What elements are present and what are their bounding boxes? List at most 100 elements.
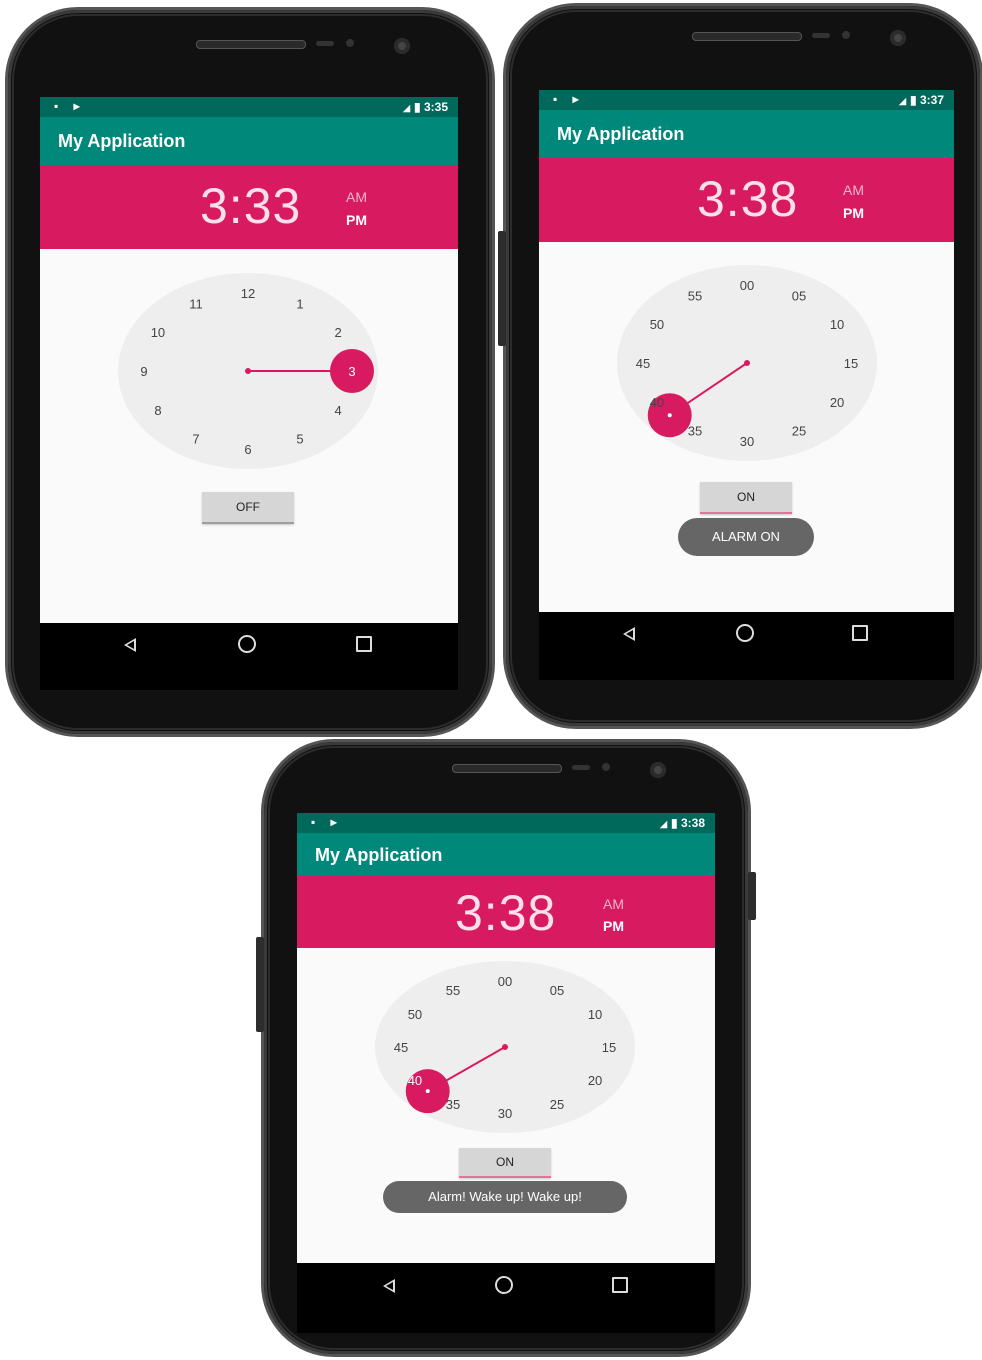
dial-number[interactable]: 1 bbox=[296, 296, 303, 311]
dial-number[interactable]: 20 bbox=[588, 1073, 602, 1088]
toast-message: ALARM ON bbox=[678, 518, 814, 556]
alarm-toggle-button[interactable]: OFF bbox=[202, 492, 294, 524]
home-icon[interactable] bbox=[495, 1276, 513, 1294]
dial-number[interactable]: 10 bbox=[151, 325, 165, 340]
side-button bbox=[748, 872, 756, 920]
clock-time[interactable]: 3:38 bbox=[455, 884, 556, 942]
clock-dial[interactable]: 00 05 10 15 20 25 30 35 40 45 50 55 bbox=[375, 961, 635, 1133]
battery-icon: ▮ bbox=[414, 100, 424, 114]
clock-time[interactable]: 3:38 bbox=[697, 170, 798, 228]
dial-number[interactable]: 7 bbox=[192, 432, 199, 447]
dial-number[interactable]: 8 bbox=[154, 403, 161, 418]
recents-icon[interactable] bbox=[852, 625, 868, 641]
earpiece-speaker bbox=[452, 764, 562, 773]
battery-icon: ▮ bbox=[671, 816, 681, 830]
recents-icon[interactable] bbox=[612, 1277, 628, 1293]
dial-number[interactable]: 9 bbox=[140, 364, 147, 379]
dial-number[interactable]: 50 bbox=[650, 317, 664, 332]
pm-toggle[interactable]: PM bbox=[843, 205, 864, 221]
app-title: My Application bbox=[557, 124, 685, 144]
clock-dial[interactable]: 12 1 2 3 4 5 6 7 8 9 10 11 bbox=[118, 273, 378, 469]
app-bar: My Application bbox=[297, 833, 715, 876]
time-header: 3:38 AM PM bbox=[297, 876, 715, 948]
dial-graphic: 00 05 10 15 20 25 30 35 40 45 50 55 bbox=[636, 278, 858, 449]
nav-bar bbox=[40, 623, 458, 690]
screen: ▪ ▸ ◢ ▮ 3:37 My Application 3:38 AM PM 00… bbox=[539, 90, 954, 680]
app-bar: My Application bbox=[40, 117, 458, 165]
dial-number[interactable]: 25 bbox=[792, 424, 806, 439]
dial-number[interactable]: 10 bbox=[588, 1007, 602, 1022]
home-icon[interactable] bbox=[736, 624, 754, 642]
recents-icon[interactable] bbox=[356, 636, 372, 652]
dial-number[interactable]: 05 bbox=[792, 288, 806, 303]
dial-number[interactable]: 25 bbox=[550, 1097, 564, 1112]
dial-number[interactable]: 11 bbox=[189, 296, 203, 311]
alarm-toggle-button[interactable]: ON bbox=[459, 1148, 551, 1178]
back-icon[interactable] bbox=[383, 1279, 395, 1293]
phone-2: ▪ ▸ ◢ ▮ 3:37 My Application 3:38 AM PM 00… bbox=[498, 6, 980, 726]
dial-center bbox=[502, 1044, 508, 1050]
dial-number[interactable]: 6 bbox=[244, 442, 251, 457]
dial-number[interactable]: 40 bbox=[408, 1073, 422, 1088]
status-time: 3:35 bbox=[423, 100, 448, 114]
screen: ▪ ▸ ◢ ▮ 3:38 My Application 3:38 AM PM 00… bbox=[297, 813, 715, 1333]
dial-number[interactable]: 00 bbox=[740, 278, 754, 293]
dial-number[interactable]: 55 bbox=[446, 983, 460, 998]
signal-icon: ◢ bbox=[403, 103, 411, 113]
dial-number[interactable]: 55 bbox=[688, 288, 702, 303]
dial-number[interactable]: 4 bbox=[334, 403, 341, 418]
alarm-toggle-button[interactable]: ON bbox=[700, 482, 792, 514]
dial-number[interactable]: 50 bbox=[408, 1007, 422, 1022]
dial-number[interactable]: 05 bbox=[550, 983, 564, 998]
pm-toggle[interactable]: PM bbox=[346, 212, 367, 228]
side-button bbox=[256, 937, 264, 1032]
clock-time[interactable]: 3:33 bbox=[200, 177, 301, 235]
am-toggle[interactable]: AM bbox=[346, 189, 367, 205]
sensor bbox=[316, 41, 334, 46]
status-right: ◢ ▮ 3:38 bbox=[660, 816, 705, 830]
dial-number[interactable]: 35 bbox=[446, 1097, 460, 1112]
app-title: My Application bbox=[58, 131, 186, 151]
app-bar: My Application bbox=[539, 110, 954, 158]
sensor-dot bbox=[346, 39, 354, 47]
dial-number[interactable]: 30 bbox=[498, 1106, 512, 1121]
dial-number[interactable]: 5 bbox=[296, 432, 303, 447]
sensor bbox=[812, 33, 830, 38]
status-bar: ▪ ▸ ◢ ▮ 3:38 bbox=[297, 813, 715, 833]
side-button bbox=[498, 231, 506, 346]
status-bar: ▪ ▸ ◢ ▮ 3:37 bbox=[539, 90, 954, 110]
am-toggle[interactable]: AM bbox=[843, 182, 864, 198]
back-icon[interactable] bbox=[124, 638, 136, 652]
front-camera-icon bbox=[890, 30, 906, 46]
am-toggle[interactable]: AM bbox=[603, 896, 624, 912]
status-time: 3:37 bbox=[919, 93, 944, 107]
dial-number[interactable]: 45 bbox=[394, 1040, 408, 1055]
phone-1: ▪ ▸ ◢ ▮ 3:35 My Application 3:33 AM PM 12… bbox=[8, 10, 492, 734]
status-time: 3:38 bbox=[680, 816, 705, 830]
status-right: ◢ ▮ 3:37 bbox=[899, 93, 944, 107]
dial-number[interactable]: 10 bbox=[830, 317, 844, 332]
dial-number[interactable]: 20 bbox=[830, 395, 844, 410]
earpiece-speaker bbox=[196, 40, 306, 49]
dial-number[interactable]: 35 bbox=[688, 424, 702, 439]
back-icon[interactable] bbox=[623, 627, 635, 641]
signal-icon: ◢ bbox=[899, 96, 907, 106]
dial-center bbox=[744, 360, 750, 366]
front-camera-icon bbox=[650, 762, 666, 778]
dial-number[interactable]: 40 bbox=[650, 395, 664, 410]
sensor bbox=[572, 765, 590, 770]
dial-number[interactable]: 45 bbox=[636, 356, 650, 371]
dial-number[interactable]: 15 bbox=[844, 356, 858, 371]
dial-number[interactable]: 15 bbox=[602, 1040, 616, 1055]
dial-number[interactable]: 12 bbox=[241, 286, 255, 301]
clock-dial[interactable]: 00 05 10 15 20 25 30 35 40 45 50 55 bbox=[617, 265, 877, 461]
home-icon[interactable] bbox=[238, 635, 256, 653]
screen: ▪ ▸ ◢ ▮ 3:35 My Application 3:33 AM PM 12… bbox=[40, 97, 458, 690]
notification-icons: ▪ ▸ bbox=[311, 815, 343, 829]
dial-number[interactable]: 00 bbox=[498, 974, 512, 989]
pm-toggle[interactable]: PM bbox=[603, 918, 624, 934]
dial-number[interactable]: 30 bbox=[740, 434, 754, 449]
dial-number[interactable]: 3 bbox=[348, 364, 355, 379]
dial-number[interactable]: 2 bbox=[334, 325, 341, 340]
battery-icon: ▮ bbox=[910, 93, 920, 107]
